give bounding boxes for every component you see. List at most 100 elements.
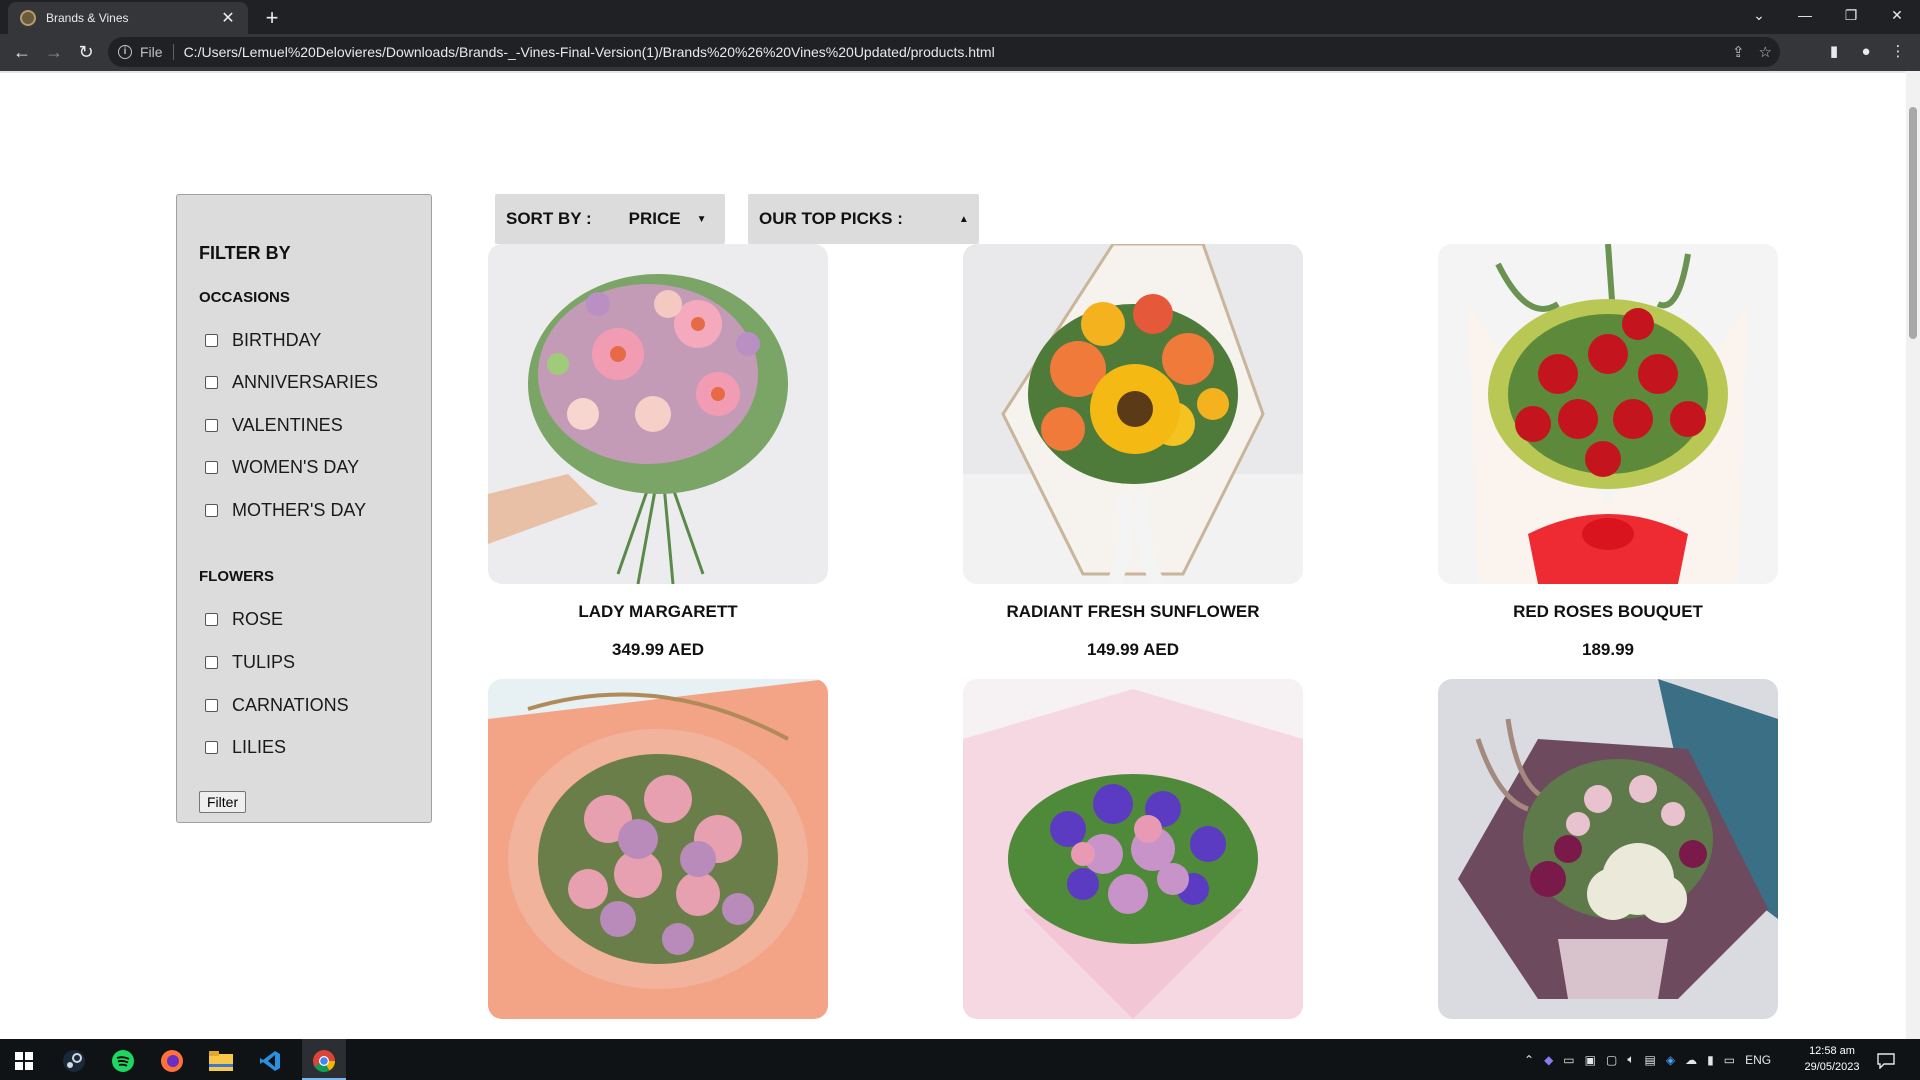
- checkbox-box[interactable]: [205, 419, 218, 432]
- product-image[interactable]: [963, 679, 1303, 1019]
- share-icon[interactable]: ⇪: [1732, 43, 1745, 61]
- url-scheme-label: File: [140, 44, 174, 60]
- checkbox-box[interactable]: [205, 334, 218, 347]
- product-image[interactable]: [1438, 679, 1778, 1019]
- url-text[interactable]: C:/Users/Lemuel%20Delovieres/Downloads/B…: [184, 44, 995, 60]
- bookmark-star-icon[interactable]: ☆: [1759, 43, 1772, 61]
- checkbox-box[interactable]: [205, 741, 218, 754]
- notifications-icon[interactable]: [1864, 1043, 1908, 1079]
- filter-panel: FILTER BY OCCASIONS BIRTHDAY ANNIVERSARI…: [176, 194, 432, 823]
- side-panel-icon[interactable]: ▮: [1820, 38, 1848, 66]
- product-card[interactable]: LADY MARGARETT 349.99 AED: [488, 244, 828, 659]
- checkbox-birthday[interactable]: BIRTHDAY: [205, 330, 321, 351]
- checkbox-valentines[interactable]: VALENTINES: [205, 415, 343, 436]
- minimize-button[interactable]: —: [1782, 0, 1828, 30]
- checkbox-box[interactable]: [205, 699, 218, 712]
- clock-date: 29/05/2023: [1804, 1061, 1860, 1073]
- product-name: RADIANT FRESH SUNFLOWER: [1006, 602, 1260, 621]
- menu-kebab-icon[interactable]: ⋮: [1884, 38, 1912, 66]
- filter-title: FILTER BY: [199, 243, 291, 263]
- bouquet-image-purple-roses: [963, 679, 1303, 1019]
- product-price: 189.99: [1582, 640, 1634, 659]
- product-price: 349.99 AED: [612, 640, 704, 659]
- firefox-icon[interactable]: [150, 1043, 194, 1079]
- display-icon[interactable]: ▤: [1645, 1053, 1656, 1067]
- taskbar-clock[interactable]: 12:58 am 29/05/2023: [1800, 1043, 1864, 1075]
- device-icon[interactable]: ▢: [1606, 1053, 1617, 1067]
- browser-tab-strip: Brands & Vines ✕ + ⌄ — ❐ ✕: [0, 0, 1920, 34]
- new-tab-button[interactable]: +: [258, 4, 286, 32]
- top-picks-dropdown[interactable]: OUR TOP PICKS : ▲: [748, 194, 979, 244]
- sort-by-dropdown[interactable]: SORT BY : PRICE ▼: [495, 194, 725, 244]
- header-divider: [0, 71, 1906, 73]
- checkbox-mothers-day[interactable]: MOTHER'S DAY: [205, 500, 366, 521]
- bouquet-image-sunflower: [963, 244, 1303, 584]
- product-card[interactable]: [488, 679, 828, 1019]
- checkbox-anniversaries[interactable]: ANNIVERSARIES: [205, 372, 378, 393]
- volume-icon[interactable]: 🔈︎: [1627, 1052, 1634, 1067]
- reload-button[interactable]: ↻: [72, 38, 100, 66]
- forward-button[interactable]: →: [40, 38, 68, 66]
- checkbox-rose[interactable]: ROSE: [205, 609, 283, 630]
- close-window-button[interactable]: ✕: [1874, 0, 1920, 30]
- update-icon[interactable]: ◈: [1666, 1053, 1675, 1067]
- voice-assistant-icon[interactable]: ◆: [1544, 1053, 1553, 1067]
- tab-search-chevron-icon[interactable]: ⌄: [1736, 0, 1782, 30]
- scrollbar-thumb[interactable]: [1909, 107, 1917, 339]
- back-button[interactable]: ←: [8, 38, 36, 66]
- checkbox-box[interactable]: [205, 504, 218, 517]
- checkbox-label: BIRTHDAY: [232, 330, 322, 350]
- camera-icon[interactable]: ▣: [1585, 1053, 1596, 1067]
- checkbox-lilies[interactable]: LILIES: [205, 737, 286, 758]
- microphone-icon[interactable]: ▮: [1707, 1053, 1714, 1067]
- battery-icon[interactable]: ▭: [1563, 1053, 1574, 1067]
- show-hidden-icons-icon[interactable]: ⌃: [1524, 1053, 1534, 1067]
- close-tab-icon[interactable]: ✕: [218, 8, 238, 28]
- network-icon[interactable]: ▭: [1724, 1053, 1735, 1067]
- clock-time: 12:58 am: [1809, 1045, 1855, 1057]
- page-viewport: FILTER BY OCCASIONS BIRTHDAY ANNIVERSARI…: [0, 71, 1920, 1039]
- vertical-scrollbar[interactable]: [1906, 71, 1920, 1039]
- checkbox-box[interactable]: [205, 461, 218, 474]
- product-image[interactable]: [963, 244, 1303, 584]
- checkbox-label: TULIPS: [232, 652, 296, 672]
- product-card[interactable]: RED ROSES BOUQUET 189.99: [1438, 244, 1778, 659]
- bouquet-image-pink-gerbera: [488, 244, 828, 584]
- profile-icon[interactable]: ●: [1852, 38, 1880, 66]
- bouquet-image-pink-roses: [488, 679, 828, 1019]
- browser-toolbar: ← → ↻ i File C:/Users/Lemuel%20Deloviere…: [0, 34, 1920, 71]
- file-explorer-icon[interactable]: [199, 1043, 243, 1079]
- product-image[interactable]: [488, 244, 828, 584]
- checkbox-tulips[interactable]: TULIPS: [205, 652, 295, 673]
- checkbox-label: VALENTINES: [232, 415, 343, 435]
- browser-tab[interactable]: Brands & Vines ✕: [8, 2, 248, 34]
- address-bar[interactable]: i File C:/Users/Lemuel%20Delovieres/Down…: [108, 37, 1780, 67]
- vscode-icon[interactable]: [248, 1043, 292, 1079]
- sort-by-label: SORT BY :: [506, 209, 592, 228]
- checkbox-carnations[interactable]: CARNATIONS: [205, 695, 349, 716]
- product-price: 149.99 AED: [1087, 640, 1179, 659]
- windows-start-icon[interactable]: [2, 1043, 46, 1079]
- site-favicon-icon: [20, 10, 36, 26]
- spotify-icon[interactable]: [101, 1043, 145, 1079]
- system-tray: ⌃ ◆ ▭ ▣ ▢ 🔈︎ ▤ ◈ ☁ ▮ ▭ ENG: [1524, 1039, 1771, 1080]
- product-image[interactable]: [1438, 244, 1778, 584]
- onedrive-cloud-icon[interactable]: ☁: [1685, 1053, 1697, 1067]
- chrome-icon[interactable]: [302, 1043, 346, 1079]
- checkbox-box[interactable]: [205, 656, 218, 669]
- checkbox-womens-day[interactable]: WOMEN'S DAY: [205, 457, 359, 478]
- product-card[interactable]: [1438, 679, 1778, 1019]
- product-card[interactable]: RADIANT FRESH SUNFLOWER 149.99 AED: [963, 244, 1303, 659]
- site-info-icon[interactable]: i: [118, 45, 132, 59]
- checkbox-box[interactable]: [205, 376, 218, 389]
- restore-button[interactable]: ❐: [1828, 0, 1874, 30]
- filter-button[interactable]: Filter: [199, 791, 247, 813]
- checkbox-label: WOMEN'S DAY: [232, 457, 360, 477]
- language-indicator[interactable]: ENG: [1745, 1053, 1771, 1067]
- product-image[interactable]: [488, 679, 828, 1019]
- caret-down-icon: ▼: [696, 213, 707, 225]
- checkbox-box[interactable]: [205, 613, 218, 626]
- product-card[interactable]: [963, 679, 1303, 1019]
- steam-icon[interactable]: [52, 1043, 96, 1079]
- occasions-title: OCCASIONS: [199, 289, 290, 306]
